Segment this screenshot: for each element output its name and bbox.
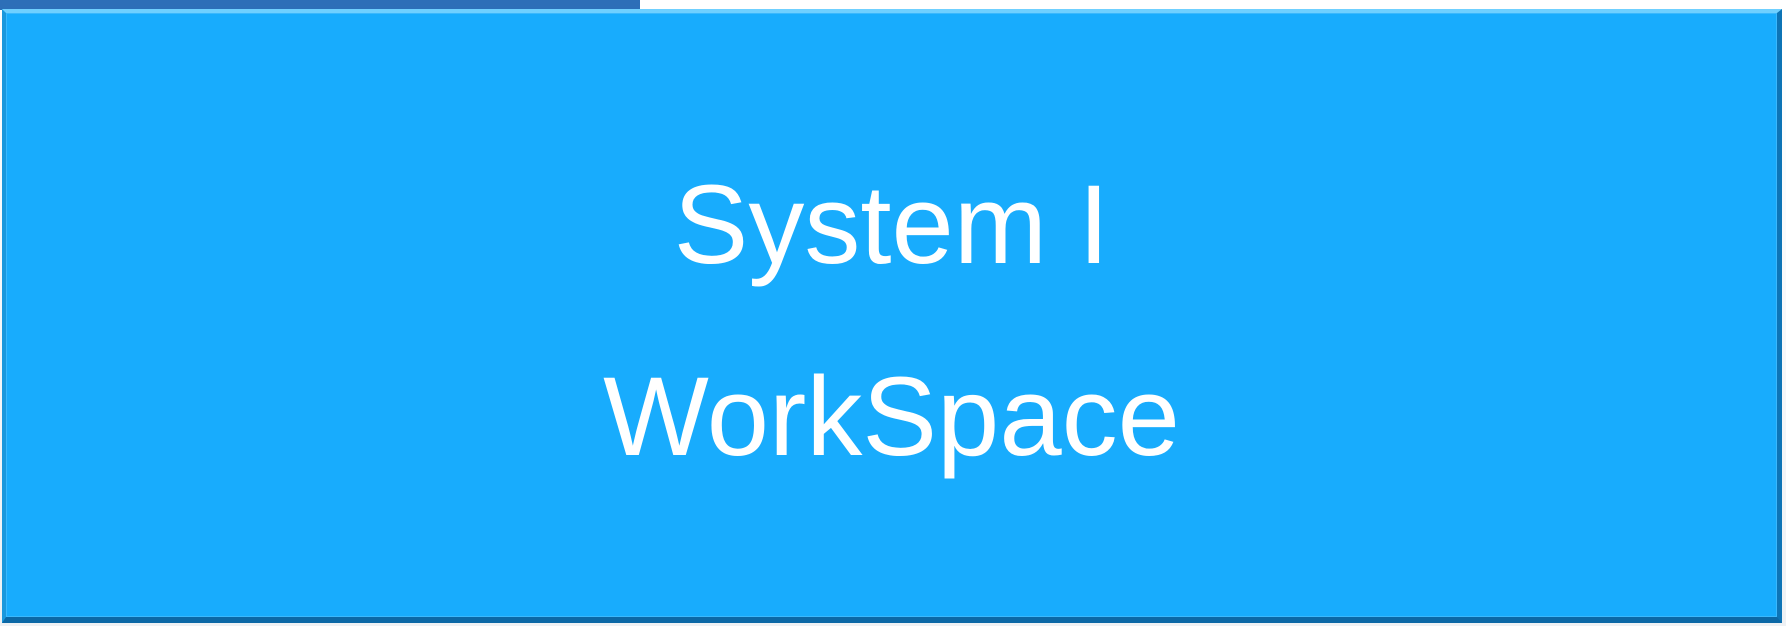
banner-title-line-2: WorkSpace (603, 354, 1180, 479)
banner-title: System I WorkSpace (603, 117, 1180, 513)
banner-title-line-1: System I (673, 162, 1110, 287)
workspace-banner-button[interactable]: System I WorkSpace (2, 9, 1782, 623)
